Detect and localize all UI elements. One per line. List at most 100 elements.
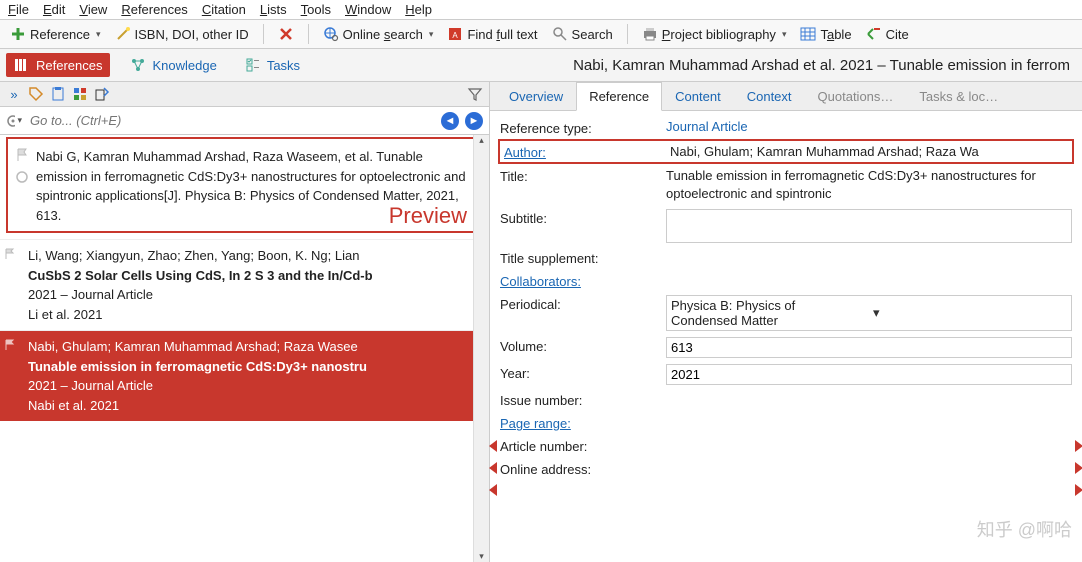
detail-tabs: Overview Reference Content Context Quota…	[490, 82, 1082, 111]
search-label: Search	[572, 27, 613, 42]
online-search-button[interactable]: Online search	[319, 24, 438, 44]
periodical-dropdown[interactable]: Physica B: Physics of Condensed Matter ▾	[666, 295, 1072, 331]
ref-authors: Nabi, Ghulam; Kamran Muhammad Arshad; Ra…	[28, 337, 481, 357]
tag-icon[interactable]	[28, 86, 44, 102]
main-toolbar: Reference ISBN, DOI, other ID Online sea…	[0, 20, 1082, 49]
gear-icon[interactable]	[6, 113, 22, 129]
flag-icon	[4, 339, 18, 353]
title-label: Title:	[500, 167, 660, 184]
filter-icon[interactable]	[467, 86, 483, 102]
volume-label: Volume:	[500, 337, 660, 354]
search-icon	[552, 26, 568, 42]
add-reference-button[interactable]: Reference	[6, 24, 105, 44]
table-button[interactable]: Table	[796, 24, 855, 44]
plus-icon	[10, 26, 26, 42]
reference-type-value[interactable]: Journal Article	[666, 119, 748, 134]
isbn-label: ISBN, DOI, other ID	[135, 27, 249, 42]
tab-reference[interactable]: Reference	[576, 82, 662, 111]
project-bibliography-button[interactable]: Project bibliography	[638, 24, 791, 44]
ref-meta: 2021 – Journal Article	[28, 285, 481, 305]
ref-title: CuSbS 2 Solar Cells Using CdS, In 2 S 3 …	[28, 266, 481, 286]
toolbar-separator	[263, 24, 264, 44]
main-split: » ◄ ► Nabi G, Kamran Muhammad Arshad, Ra…	[0, 82, 1082, 562]
page-range-label[interactable]: Page range:	[500, 414, 660, 431]
grid-icon[interactable]	[72, 86, 88, 102]
year-label: Year:	[500, 364, 660, 381]
pdf-icon: A	[447, 26, 463, 42]
subtitle-label: Subtitle:	[500, 209, 660, 226]
search-button[interactable]: Search	[548, 24, 617, 44]
periodical-value: Physica B: Physics of Condensed Matter	[667, 296, 867, 330]
menu-citation[interactable]: Citation	[202, 2, 246, 17]
menu-references[interactable]: References	[121, 2, 187, 17]
scroll-right-indicator	[1075, 462, 1082, 474]
tab-tasks-locations[interactable]: Tasks & loc…	[906, 82, 1011, 110]
reference-item-selected[interactable]: Nabi, Ghulam; Kamran Muhammad Arshad; Ra…	[0, 330, 489, 421]
menu-edit[interactable]: Edit	[43, 2, 65, 17]
tasks-icon	[245, 57, 261, 73]
tab-quotations[interactable]: Quotations…	[805, 82, 907, 110]
online-address-label: Online address:	[500, 460, 660, 477]
cite-icon	[866, 26, 882, 42]
wand-icon	[115, 26, 131, 42]
tab-context[interactable]: Context	[734, 82, 805, 110]
books-icon	[14, 57, 30, 73]
cite-button[interactable]: Cite	[862, 24, 913, 44]
year-input[interactable]	[666, 364, 1072, 385]
document-title: Nabi, Kamran Muhammad Arshad et al. 2021…	[573, 57, 1076, 74]
cite-label: Cite	[886, 27, 909, 42]
tab-tasks[interactable]: Tasks	[237, 53, 308, 77]
author-label[interactable]: Author:	[504, 143, 664, 160]
online-search-label: Online search	[343, 27, 423, 42]
periodical-label: Periodical:	[500, 295, 660, 312]
left-toolbar: »	[0, 82, 489, 107]
knowledge-icon	[130, 57, 146, 73]
goto-input[interactable]	[28, 111, 435, 130]
table-label: Table	[820, 27, 851, 42]
menu-view[interactable]: View	[79, 2, 107, 17]
author-row-highlighted: Author: Nabi, Ghulam; Kamran Muhammad Ar…	[498, 139, 1074, 164]
reference-form: Reference type: Journal Article Author: …	[490, 111, 1082, 485]
printer-icon	[642, 26, 658, 42]
tab-references-label: References	[36, 58, 102, 73]
import-icon[interactable]	[94, 86, 110, 102]
clipboard-icon[interactable]	[50, 86, 66, 102]
nav-forward-button[interactable]: ►	[465, 112, 483, 130]
isbn-button[interactable]: ISBN, DOI, other ID	[111, 24, 253, 44]
find-full-text-button[interactable]: A Find full text	[443, 24, 541, 44]
menu-window[interactable]: Window	[345, 2, 391, 17]
article-number-label: Article number:	[500, 437, 660, 454]
scrollbar[interactable]: ▴▾	[473, 135, 489, 562]
ref-short: Nabi et al. 2021	[28, 396, 481, 416]
flag-icon	[4, 248, 18, 262]
tab-content[interactable]: Content	[662, 82, 734, 110]
tab-overview[interactable]: Overview	[496, 82, 576, 110]
tab-references[interactable]: References	[6, 53, 110, 77]
menu-file[interactable]: File	[8, 2, 29, 17]
reference-item[interactable]: Li, Wang; Xiangyun, Zhao; Zhen, Yang; Bo…	[0, 239, 489, 330]
menu-tools[interactable]: Tools	[301, 2, 331, 17]
tab-knowledge[interactable]: Knowledge	[122, 53, 224, 77]
ref-meta: 2021 – Journal Article	[28, 376, 481, 396]
right-panel: Overview Reference Content Context Quota…	[490, 82, 1082, 562]
project-bibliography-label: Project bibliography	[662, 27, 776, 42]
scroll-right-indicator	[1075, 440, 1082, 452]
author-value[interactable]: Nabi, Ghulam; Kamran Muhammad Arshad; Ra…	[670, 144, 1068, 159]
flag-icon	[14, 147, 30, 163]
scroll-left-indicator	[489, 484, 497, 496]
menu-help[interactable]: Help	[405, 2, 432, 17]
svg-text:A: A	[453, 31, 459, 40]
citation-preview: Nabi G, Kamran Muhammad Arshad, Raza Was…	[6, 137, 483, 233]
title-value[interactable]: Tunable emission in ferromagnetic CdS:Dy…	[666, 167, 1072, 203]
menu-lists[interactable]: Lists	[260, 2, 287, 17]
delete-button[interactable]	[274, 24, 298, 44]
scroll-right-indicator	[1075, 484, 1082, 496]
subtitle-input[interactable]	[666, 209, 1072, 243]
nav-back-button[interactable]: ◄	[441, 112, 459, 130]
expand-icon[interactable]: »	[6, 86, 22, 102]
scroll-left-indicator	[489, 440, 497, 452]
collaborators-label[interactable]: Collaborators:	[500, 272, 660, 289]
ref-short: Li et al. 2021	[28, 305, 481, 325]
view-tabs: References Knowledge Tasks Nabi, Kamran …	[0, 49, 1082, 82]
volume-input[interactable]	[666, 337, 1072, 358]
